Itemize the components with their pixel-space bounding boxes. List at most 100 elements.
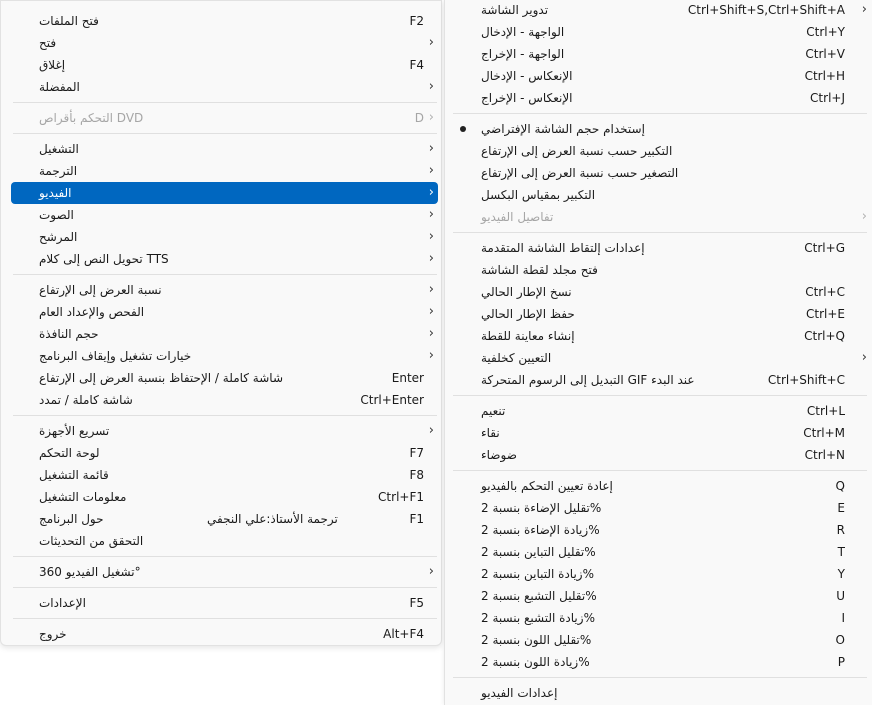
- video-menu-item-18[interactable]: نقاء Ctrl+M: [451, 422, 867, 444]
- main-menu-item-1[interactable]: فتح ›: [11, 32, 438, 54]
- main-menu-item-label: الإعدادات: [39, 596, 86, 610]
- main-menu-item-22[interactable]: التحقق من التحديثات: [11, 530, 438, 552]
- video-menu-item-19[interactable]: ضوضاء Ctrl+N: [451, 444, 867, 466]
- main-menu-item-16[interactable]: شاشة كاملة / تمدد Ctrl+Enter: [11, 389, 438, 411]
- video-menu-separator: [453, 470, 867, 471]
- main-menu-item-label: معلومات التشغيل: [39, 490, 127, 504]
- video-menu-item-25[interactable]: تقليل التشبع بنسبة 2% U: [451, 585, 867, 607]
- main-menu-item-8[interactable]: الصوت ›: [11, 204, 438, 226]
- main-menu-item-6[interactable]: الترجمة ›: [11, 160, 438, 182]
- shortcut-label: Ctrl+M: [803, 426, 845, 440]
- video-menu-item-23[interactable]: تقليل التباين بنسبة 2% T: [451, 541, 867, 563]
- main-menu-item-0[interactable]: فتح الملفات F2: [11, 10, 438, 32]
- chevron-right-icon: ›: [861, 209, 867, 224]
- shortcut-label: Enter: [391, 371, 424, 385]
- main-menu-item-label: الترجمة: [39, 164, 78, 178]
- chevron-right-icon: ›: [428, 304, 434, 319]
- video-menu-item-9: تفاصيل الفيديو ›: [451, 206, 867, 228]
- shortcut-label: U: [836, 589, 845, 603]
- main-menu-item-18[interactable]: لوحة التحكم F7: [11, 442, 438, 464]
- video-menu-item-0[interactable]: تدوير الشاشة Ctrl+Shift+S,Ctrl+Shift+A ›: [451, 0, 867, 21]
- main-menu-separator: [13, 587, 437, 588]
- video-menu-item-28[interactable]: زيادة اللون بنسبة 2% P: [451, 651, 867, 673]
- video-menu-item-label: التعيين كخلفية: [481, 351, 552, 365]
- video-menu-item-6[interactable]: التكبير حسب نسبة العرض إلى الإرتفاع: [451, 140, 867, 162]
- shortcut-label: F2: [409, 14, 424, 28]
- video-menu-item-21[interactable]: تقليل الإضاءة بنسبة 2% E: [451, 497, 867, 519]
- shortcut-label: Ctrl+Shift+S,Ctrl+Shift+A: [687, 3, 845, 17]
- main-menu-item-2[interactable]: إغلاق F4: [11, 54, 438, 76]
- main-menu-item-10[interactable]: تحويل النص إلى كلام TTS ›: [11, 248, 438, 270]
- video-menu-item-label: حفظ الإطار الحالي: [481, 307, 575, 321]
- video-menu-item-8[interactable]: التكبير بمقياس البكسل: [451, 184, 867, 206]
- main-menu-item-label: شاشة كاملة / تمدد: [39, 393, 133, 407]
- main-menu-item-9[interactable]: المرشح ›: [11, 226, 438, 248]
- chevron-right-icon: ›: [428, 348, 434, 363]
- main-menu-item-17[interactable]: تسريع الأجهزة ›: [11, 420, 438, 442]
- video-menu-item-3[interactable]: الإنعكاس - الإدخال Ctrl+H: [451, 65, 867, 87]
- main-menu-item-label: التحقق من التحديثات: [39, 534, 144, 548]
- video-menu-separator: [453, 677, 867, 678]
- shortcut-label: Ctrl+E: [806, 307, 845, 321]
- video-menu-item-label: الإنعكاس - الإخراج: [481, 91, 573, 105]
- main-menu-item-21[interactable]: حول البرنامج ترجمة الأستاذ:علي النجفي F1: [11, 508, 438, 530]
- main-menu-item-13[interactable]: حجم النافذة ›: [11, 323, 438, 345]
- chevron-right-icon: ›: [861, 350, 867, 365]
- main-menu-item-20[interactable]: معلومات التشغيل Ctrl+F1: [11, 486, 438, 508]
- shortcut-label: F1: [409, 512, 424, 526]
- video-menu-item-label: زيادة الإضاءة بنسبة 2%: [481, 523, 600, 537]
- video-menu-item-22[interactable]: زيادة الإضاءة بنسبة 2% R: [451, 519, 867, 541]
- video-menu-item-17[interactable]: تنعيم Ctrl+L: [451, 400, 867, 422]
- video-menu-item-10[interactable]: إعدادات إلتقاط الشاشة المتقدمة Ctrl+G: [451, 237, 867, 259]
- video-menu-item-label: تقليل التباين بنسبة 2%: [481, 545, 596, 559]
- video-menu-item-7[interactable]: التصغير حسب نسبة العرض إلى الإرتفاع: [451, 162, 867, 184]
- main-menu-item-label: نسبة العرض إلى الإرتفاع: [39, 283, 162, 297]
- chevron-right-icon: ›: [428, 141, 434, 156]
- video-menu-item-29[interactable]: إعدادات الفيديو: [451, 682, 867, 704]
- chevron-right-icon: ›: [428, 110, 434, 125]
- video-menu-item-label: إستخدام حجم الشاشة الإفتراضي: [481, 122, 645, 136]
- main-menu-item-label: خيارات تشغيل وإيقاف البرنامج: [39, 349, 192, 363]
- video-menu-item-4[interactable]: الإنعكاس - الإخراج Ctrl+J: [451, 87, 867, 109]
- main-menu-item-label: الفحص والإعداد العام: [39, 305, 145, 319]
- video-menu-item-label: التبديل إلى الرسوم المتحركة GIF عند البد…: [481, 373, 695, 387]
- shortcut-label: Ctrl+F1: [378, 490, 424, 504]
- video-menu-item-27[interactable]: تقليل اللون بنسبة 2% O: [451, 629, 867, 651]
- shortcut-label: O: [835, 633, 845, 647]
- chevron-right-icon: ›: [428, 35, 434, 50]
- video-menu-item-20[interactable]: إعادة تعيين التحكم بالفيديو Q: [451, 475, 867, 497]
- bullet-dot-icon: [460, 126, 466, 132]
- main-menu-item-label: تسريع الأجهزة: [39, 424, 110, 438]
- video-menu-item-26[interactable]: زيادة التشبع بنسبة 2% I: [451, 607, 867, 629]
- video-menu-item-24[interactable]: زيادة التباين بنسبة 2% Y: [451, 563, 867, 585]
- main-menu-separator: [13, 102, 437, 103]
- video-menu-item-11[interactable]: فتح مجلد لقطة الشاشة: [451, 259, 867, 281]
- chevron-right-icon: ›: [428, 185, 434, 200]
- main-menu-item-19[interactable]: قائمة التشغيل F8: [11, 464, 438, 486]
- shortcut-label: E: [837, 501, 845, 515]
- video-menu-item-14[interactable]: إنشاء معاينة للقطة Ctrl+Q: [451, 325, 867, 347]
- main-menu-item-23[interactable]: تشغيل الفيديو 360° ›: [11, 561, 438, 583]
- main-menu-item-11[interactable]: نسبة العرض إلى الإرتفاع ›: [11, 279, 438, 301]
- main-menu-item-12[interactable]: الفحص والإعداد العام ›: [11, 301, 438, 323]
- video-menu-item-13[interactable]: حفظ الإطار الحالي Ctrl+E: [451, 303, 867, 325]
- main-menu-separator: [13, 133, 437, 134]
- main-menu-item-label: حجم النافذة: [39, 327, 99, 341]
- shortcut-label: F4: [409, 58, 424, 72]
- video-menu-item-2[interactable]: الواجهة - الإخراج Ctrl+V: [451, 43, 867, 65]
- chevron-right-icon: ›: [428, 326, 434, 341]
- video-menu-item-1[interactable]: الواجهة - الإدخال Ctrl+Y: [451, 21, 867, 43]
- main-menu-item-7[interactable]: الفيديو ›: [11, 182, 438, 204]
- main-menu-item-14[interactable]: خيارات تشغيل وإيقاف البرنامج ›: [11, 345, 438, 367]
- video-menu-item-15[interactable]: التعيين كخلفية ›: [451, 347, 867, 369]
- video-menu-item-5[interactable]: إستخدام حجم الشاشة الإفتراضي: [451, 118, 867, 140]
- main-menu-item-25[interactable]: خروج Alt+F4: [11, 623, 438, 645]
- video-submenu: تدوير الشاشة Ctrl+Shift+S,Ctrl+Shift+A › ال…: [444, 0, 872, 705]
- main-menu-item-5[interactable]: التشغيل ›: [11, 138, 438, 160]
- main-menu-item-24[interactable]: الإعدادات F5: [11, 592, 438, 614]
- shortcut-label: Ctrl+G: [804, 241, 845, 255]
- video-menu-item-16[interactable]: التبديل إلى الرسوم المتحركة GIF عند البد…: [451, 369, 867, 391]
- main-menu-item-3[interactable]: المفضلة ›: [11, 76, 438, 98]
- video-menu-item-12[interactable]: نسخ الإطار الحالي Ctrl+C: [451, 281, 867, 303]
- main-menu-item-15[interactable]: شاشة كاملة / الإحتفاظ بنسبة العرض إلى ال…: [11, 367, 438, 389]
